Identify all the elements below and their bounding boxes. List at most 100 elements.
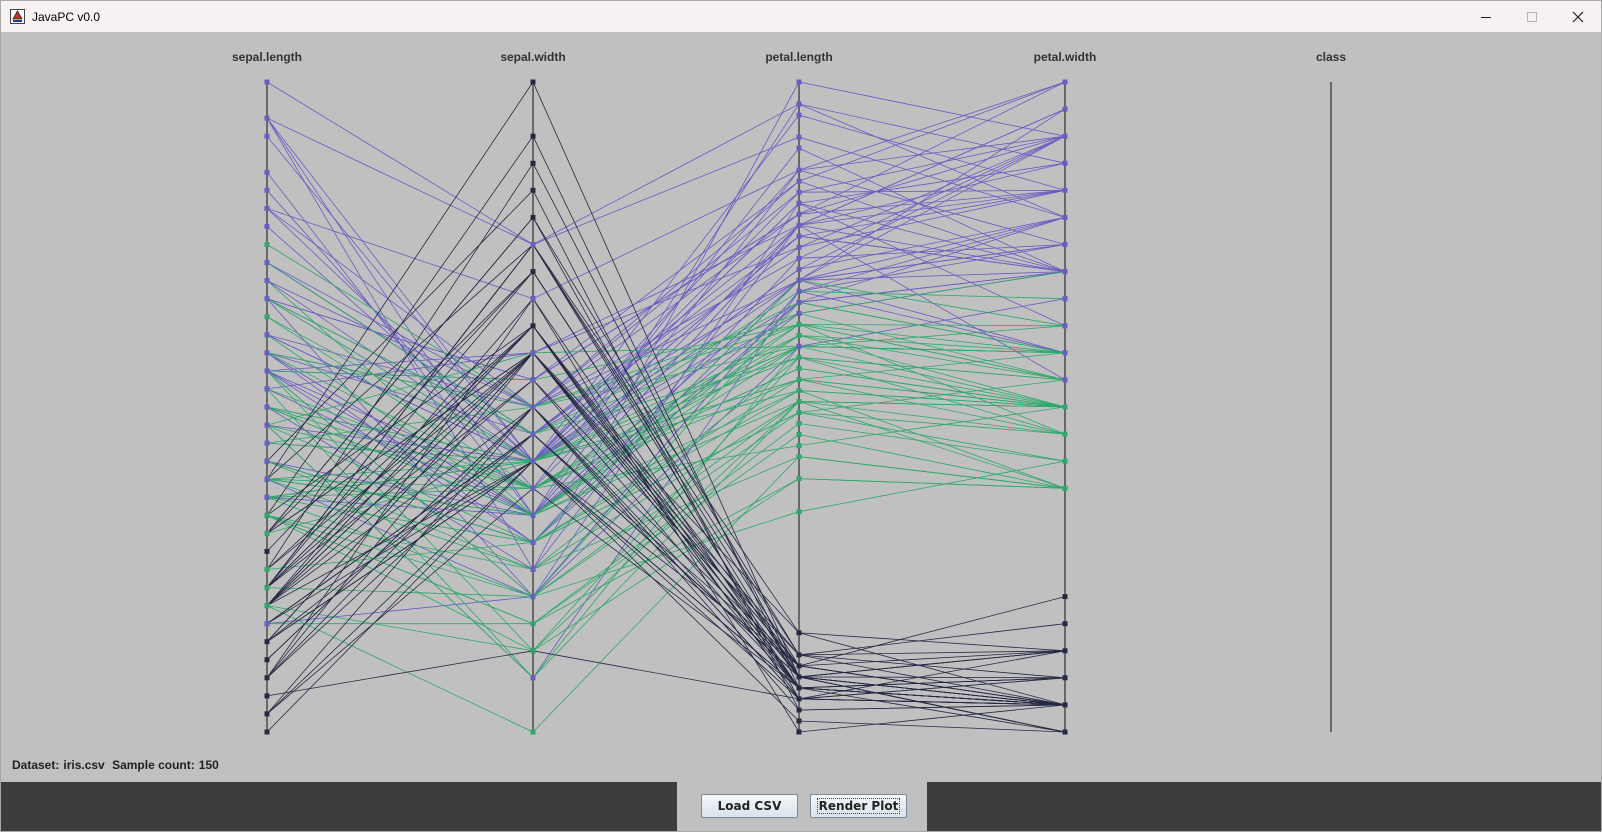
data-point-marker — [796, 277, 802, 283]
sample-polyline — [266, 147, 1066, 489]
window-title: JavaPC v0.0 — [32, 9, 101, 24]
data-point-marker — [530, 512, 536, 518]
data-point-marker — [530, 621, 536, 627]
data-point-marker — [796, 310, 802, 316]
data-point-marker — [796, 410, 802, 415]
data-point-marker — [796, 674, 802, 680]
data-point-marker — [264, 368, 270, 374]
data-point-marker — [264, 187, 270, 193]
data-point-marker — [264, 657, 270, 663]
data-point-marker — [264, 530, 270, 536]
data-point-marker — [264, 711, 270, 717]
data-point-marker — [1062, 648, 1068, 654]
title-bar: JavaPC v0.0 — [1, 1, 1601, 32]
data-point-marker — [796, 200, 802, 206]
axis-labels-layer: sepal.length sepal.width petal.length petal… — [232, 50, 1346, 64]
sample-polyline — [266, 81, 1066, 245]
data-point-marker — [264, 548, 270, 554]
data-point-marker — [796, 343, 802, 349]
data-point-marker — [796, 421, 802, 426]
sample-polyline — [266, 216, 1066, 700]
data-point-marker — [530, 296, 536, 302]
data-point-marker — [796, 663, 802, 669]
data-point-marker — [796, 233, 802, 239]
data-point-marker — [264, 133, 270, 139]
load-csv-label: Load CSV — [717, 799, 782, 813]
bottom-bar: Load CSV Render Plot — [1, 782, 1601, 831]
close-icon[interactable] — [1555, 1, 1601, 32]
sample-polyline — [266, 81, 1066, 300]
sample-count-value: 150 — [198, 758, 219, 772]
data-point-marker — [796, 321, 802, 327]
sample-polyline — [266, 650, 1066, 700]
data-point-marker — [796, 454, 802, 460]
data-point-marker — [530, 729, 536, 735]
data-point-marker — [1062, 214, 1068, 220]
maximize-icon[interactable] — [1509, 1, 1555, 32]
sample-polyline — [266, 434, 1066, 625]
data-point-marker — [264, 512, 270, 518]
sample-polyline — [266, 135, 1066, 408]
sample-polyline — [266, 334, 1066, 462]
sample-polyline — [266, 135, 1066, 408]
data-point-marker — [796, 79, 802, 85]
data-point-marker — [796, 354, 802, 360]
data-point-marker — [1062, 133, 1068, 139]
data-point-marker — [264, 278, 270, 284]
sample-polyline — [266, 108, 1066, 516]
dataset-value: iris.csv — [63, 758, 105, 772]
axis-label-sepal-width: sepal.width — [500, 50, 565, 64]
sample-polyline — [266, 135, 1066, 408]
data-point-marker — [1062, 187, 1068, 193]
data-point-marker — [264, 585, 270, 591]
data-point-marker — [796, 432, 802, 437]
load-csv-button[interactable]: Load CSV — [701, 794, 798, 818]
data-point-marker — [796, 244, 802, 250]
data-point-marker — [796, 729, 802, 735]
data-point-marker — [796, 167, 802, 173]
data-point-marker — [264, 440, 270, 446]
parallel-coordinates-plot: sepal.length sepal.width petal.length petal… — [1, 32, 1601, 781]
data-point-marker — [796, 652, 802, 658]
data-point-marker — [264, 639, 270, 645]
data-point-marker — [530, 350, 536, 356]
data-point-marker — [264, 260, 270, 266]
render-plot-button[interactable]: Render Plot — [810, 794, 907, 818]
axis-label-petal-length: petal.length — [765, 50, 832, 64]
data-point-marker — [796, 476, 802, 482]
data-point-marker — [264, 693, 270, 699]
sample-polyline — [266, 235, 1066, 462]
data-point-marker — [796, 707, 802, 713]
data-point-marker — [530, 269, 536, 275]
data-point-marker — [264, 458, 270, 464]
data-point-marker — [796, 399, 802, 404]
app-window: JavaPC v0.0 sepal.length sepal.width petal… — [0, 0, 1602, 832]
button-panel: Load CSV Render Plot — [677, 782, 927, 831]
data-point-marker — [1062, 404, 1068, 410]
data-point-marker — [1062, 431, 1068, 437]
data-point-marker — [1062, 106, 1068, 112]
data-point-marker — [530, 648, 536, 654]
data-point-marker — [796, 112, 802, 118]
data-point-marker — [264, 494, 270, 500]
data-point-marker — [264, 675, 270, 681]
status-line: Dataset: iris.csv Sample count: 150 — [12, 758, 223, 772]
data-point-marker — [264, 242, 270, 247]
data-point-marker — [264, 350, 270, 356]
data-point-marker — [796, 685, 802, 691]
data-point-marker — [796, 630, 802, 636]
minimize-icon[interactable] — [1463, 1, 1509, 32]
data-point-marker — [796, 266, 802, 272]
data-point-marker — [530, 79, 536, 85]
data-point-marker — [264, 404, 270, 410]
sample-polyline — [266, 270, 1066, 706]
data-point-marker — [796, 134, 802, 140]
data-point-marker — [796, 443, 802, 449]
axis-label-sepal-length: sepal.length — [232, 50, 302, 64]
data-point-marker — [530, 214, 536, 220]
data-point-marker — [530, 485, 536, 491]
data-point-marker — [1062, 729, 1068, 735]
window-controls — [1463, 1, 1601, 32]
data-point-marker — [264, 332, 270, 338]
data-point-marker — [1062, 323, 1068, 329]
